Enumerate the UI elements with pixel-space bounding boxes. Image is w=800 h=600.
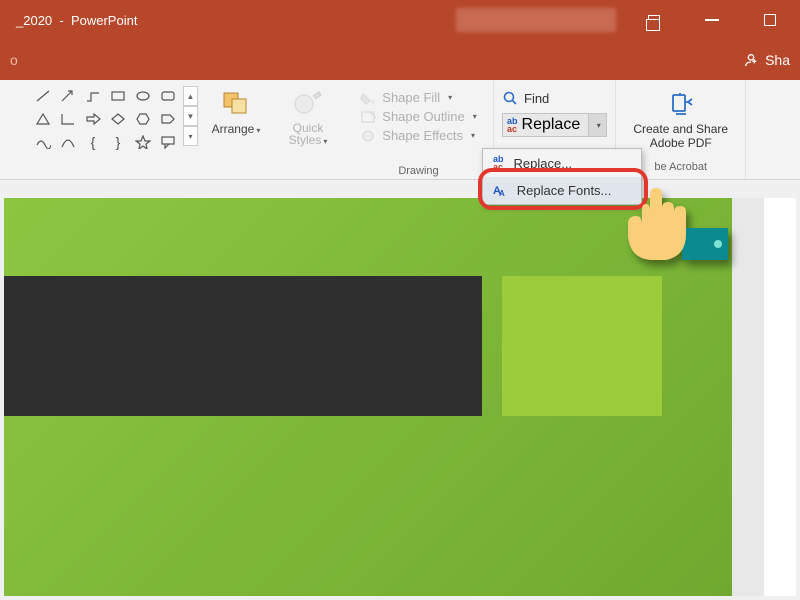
- replace-dropdown-menu: abac Replace... AA Replace Fonts...: [482, 148, 642, 205]
- corner-icon[interactable]: [57, 109, 79, 129]
- shape-effects-button: Shape Effects▾: [360, 128, 476, 143]
- file-name: _2020: [16, 13, 52, 28]
- diamond-icon[interactable]: [107, 109, 129, 129]
- ribbon-options-icon[interactable]: [634, 0, 674, 40]
- quick-styles-button: Quick Styles▾: [282, 86, 334, 148]
- shape-fill-button: Shape Fill▾: [360, 90, 476, 105]
- share-button[interactable]: Sha: [743, 52, 790, 68]
- create-share-pdf-button[interactable]: Create and Share Adobe PDF: [633, 86, 728, 150]
- rounded-rect-icon[interactable]: [157, 86, 179, 106]
- curve-icon[interactable]: [32, 132, 54, 152]
- replace-dropdown-arrow[interactable]: ▾: [588, 114, 606, 136]
- ribbon: { } ▲ ▼ ▾ Arrange▾ Quick Styles▾: [0, 80, 800, 180]
- connector-icon[interactable]: [82, 86, 104, 106]
- replace-icon: abac: [507, 117, 518, 133]
- replace-fonts-icon: AA: [493, 185, 507, 197]
- gallery-down-icon[interactable]: ▼: [183, 106, 198, 126]
- shapes-gallery[interactable]: { } ▲ ▼ ▾: [32, 86, 198, 152]
- blurred-region: [456, 8, 616, 32]
- arrow-line-icon[interactable]: [57, 86, 79, 106]
- rectangle-icon[interactable]: [107, 86, 129, 106]
- dark-rectangle-shape[interactable]: [4, 276, 482, 416]
- gallery-more-icon[interactable]: ▾: [183, 126, 198, 146]
- replace-icon: abac: [493, 155, 504, 171]
- app-name: PowerPoint: [71, 13, 137, 28]
- pointing-hand-icon: [620, 180, 730, 295]
- maximize-button[interactable]: [750, 0, 790, 40]
- hexagon-icon[interactable]: [132, 109, 154, 129]
- oval-icon[interactable]: [132, 86, 154, 106]
- brace-right-icon[interactable]: }: [107, 132, 129, 152]
- triangle-icon[interactable]: [32, 109, 54, 129]
- pentagon-arrow-icon[interactable]: [157, 109, 179, 129]
- replace-menu-item[interactable]: abac Replace...: [483, 149, 641, 177]
- callout-icon[interactable]: [157, 132, 179, 152]
- gallery-up-icon[interactable]: ▲: [183, 86, 198, 106]
- acrobat-group-label: be Acrobat: [654, 161, 707, 173]
- arrange-button[interactable]: Arrange▾: [210, 86, 262, 136]
- line-shape-icon[interactable]: [32, 86, 54, 106]
- replace-split-button[interactable]: abac Replace ▾: [502, 113, 607, 137]
- arc-icon[interactable]: [57, 132, 79, 152]
- shape-outline-button: Shape Outline▾: [360, 109, 476, 124]
- green-rectangle-shape[interactable]: [502, 276, 662, 416]
- slide-gray-column: [732, 198, 764, 596]
- star-icon[interactable]: [132, 132, 154, 152]
- window-title: _2020 - PowerPoint: [10, 13, 137, 28]
- brace-left-icon[interactable]: {: [82, 132, 104, 152]
- drawing-group-label: Drawing: [344, 165, 493, 177]
- arrow-right-icon[interactable]: [82, 109, 104, 129]
- minimize-button[interactable]: [692, 0, 732, 40]
- share-label: Sha: [765, 52, 790, 68]
- find-button[interactable]: Find: [502, 86, 607, 110]
- replace-fonts-menu-item[interactable]: AA Replace Fonts...: [483, 177, 641, 204]
- title-bar: _2020 - PowerPoint: [0, 0, 800, 40]
- ribbon-tab-row: o Sha: [0, 40, 800, 80]
